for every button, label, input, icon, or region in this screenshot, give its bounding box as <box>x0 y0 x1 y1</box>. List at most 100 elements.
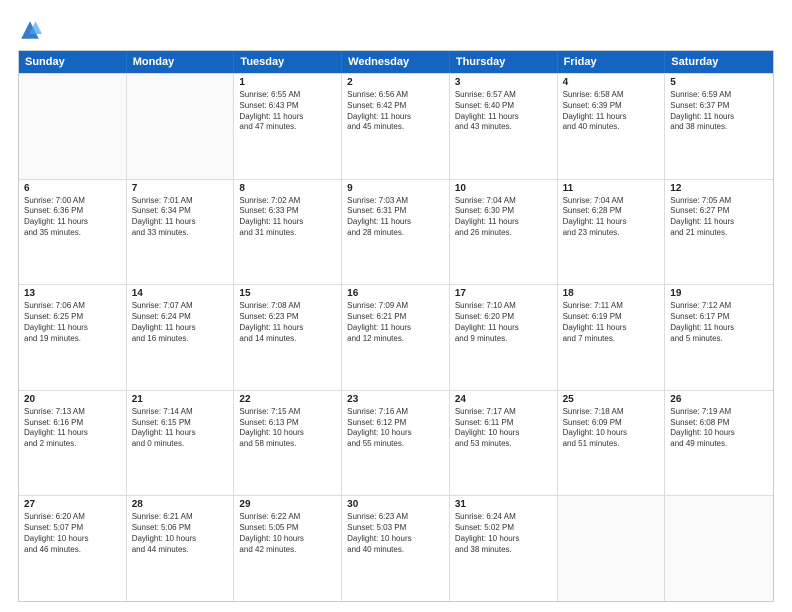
calendar-cell: 10Sunrise: 7:04 AM Sunset: 6:30 PM Dayli… <box>450 180 558 285</box>
day-detail: Sunrise: 7:18 AM Sunset: 6:09 PM Dayligh… <box>563 407 660 450</box>
calendar-cell: 11 Sunrise: 7:04 AM Sunset: 6:28 PM Dayli… <box>558 180 666 285</box>
day-number: 23 <box>347 394 444 405</box>
day-number: 1 <box>239 77 336 88</box>
day-number: 15 <box>239 288 336 299</box>
calendar-cell: 28 Sunrise: 6:21 AM Sunset: 5:06 PM Dayli… <box>127 496 235 601</box>
calendar-cell: 29Sunrise: 6:22 AM Sunset: 5:05 PM Dayli… <box>234 496 342 601</box>
page: SundayMondayTuesdayWednesdayThursdayFrid… <box>0 0 792 612</box>
cal-header-day: Saturday <box>665 51 773 73</box>
calendar-cell: 5 Sunrise: 6:59 AM Sunset: 6:37 PM Daylig… <box>665 74 773 179</box>
day-number: 2 <box>347 77 444 88</box>
cal-header-day: Friday <box>558 51 666 73</box>
calendar-cell: 12Sunrise: 7:05 AM Sunset: 6:27 PM Dayli… <box>665 180 773 285</box>
cal-header-day: Monday <box>127 51 235 73</box>
day-number: 11 <box>563 183 660 194</box>
day-detail: Sunrise: 7:13 AM Sunset: 6:16 PM Dayligh… <box>24 407 121 450</box>
day-number: 20 <box>24 394 121 405</box>
day-detail: Sunrise: 6:23 AM Sunset: 5:03 PM Dayligh… <box>347 512 444 555</box>
calendar-cell: 27 Sunrise: 6:20 AM Sunset: 5:07 PM Dayli… <box>19 496 127 601</box>
day-detail: Sunrise: 6:24 AM Sunset: 5:02 PM Dayligh… <box>455 512 552 555</box>
day-number: 27 <box>24 499 121 510</box>
day-detail: Sunrise: 7:01 AM Sunset: 6:34 PM Dayligh… <box>132 196 229 239</box>
day-number: 25 <box>563 394 660 405</box>
calendar-cell: 16 Sunrise: 7:09 AM Sunset: 6:21 PM Dayli… <box>342 285 450 390</box>
day-detail: Sunrise: 7:17 AM Sunset: 6:11 PM Dayligh… <box>455 407 552 450</box>
day-number: 22 <box>239 394 336 405</box>
calendar-cell: 26 Sunrise: 7:19 AM Sunset: 6:08 PM Dayli… <box>665 391 773 496</box>
calendar-cell: 20 Sunrise: 7:13 AM Sunset: 6:16 PM Dayli… <box>19 391 127 496</box>
calendar-cell: 9 Sunrise: 7:03 AM Sunset: 6:31 PM Daylig… <box>342 180 450 285</box>
day-detail: Sunrise: 7:19 AM Sunset: 6:08 PM Dayligh… <box>670 407 768 450</box>
day-detail: Sunrise: 7:08 AM Sunset: 6:23 PM Dayligh… <box>239 301 336 344</box>
day-number: 24 <box>455 394 552 405</box>
day-number: 13 <box>24 288 121 299</box>
calendar-cell: 14Sunrise: 7:07 AM Sunset: 6:24 PM Dayli… <box>127 285 235 390</box>
day-number: 12 <box>670 183 768 194</box>
day-number: 18 <box>563 288 660 299</box>
day-detail: Sunrise: 7:03 AM Sunset: 6:31 PM Dayligh… <box>347 196 444 239</box>
calendar-cell: 2 Sunrise: 6:56 AM Sunset: 6:42 PM Daylig… <box>342 74 450 179</box>
day-detail: Sunrise: 6:22 AM Sunset: 5:05 PM Dayligh… <box>239 512 336 555</box>
day-detail: Sunrise: 6:55 AM Sunset: 6:43 PM Dayligh… <box>239 90 336 133</box>
day-detail: Sunrise: 7:16 AM Sunset: 6:12 PM Dayligh… <box>347 407 444 450</box>
calendar-cell: 3Sunrise: 6:57 AM Sunset: 6:40 PM Daylig… <box>450 74 558 179</box>
calendar-cell: 24 Sunrise: 7:17 AM Sunset: 6:11 PM Dayli… <box>450 391 558 496</box>
calendar-cell <box>127 74 235 179</box>
day-detail: Sunrise: 6:21 AM Sunset: 5:06 PM Dayligh… <box>132 512 229 555</box>
cal-header-day: Wednesday <box>342 51 450 73</box>
day-number: 8 <box>239 183 336 194</box>
day-number: 16 <box>347 288 444 299</box>
logo <box>18 18 46 42</box>
day-number: 28 <box>132 499 229 510</box>
calendar-row: 1 Sunrise: 6:55 AM Sunset: 6:43 PM Daylig… <box>19 73 773 179</box>
day-detail: Sunrise: 6:20 AM Sunset: 5:07 PM Dayligh… <box>24 512 121 555</box>
day-detail: Sunrise: 7:04 AM Sunset: 6:30 PM Dayligh… <box>455 196 552 239</box>
day-detail: Sunrise: 7:06 AM Sunset: 6:25 PM Dayligh… <box>24 301 121 344</box>
calendar-cell <box>19 74 127 179</box>
day-detail: Sunrise: 7:12 AM Sunset: 6:17 PM Dayligh… <box>670 301 768 344</box>
calendar: SundayMondayTuesdayWednesdayThursdayFrid… <box>18 50 774 602</box>
day-number: 30 <box>347 499 444 510</box>
calendar-cell: 19 Sunrise: 7:12 AM Sunset: 6:17 PM Dayli… <box>665 285 773 390</box>
day-detail: Sunrise: 7:11 AM Sunset: 6:19 PM Dayligh… <box>563 301 660 344</box>
day-number: 21 <box>132 394 229 405</box>
calendar-row: 6Sunrise: 7:00 AM Sunset: 6:36 PM Daylig… <box>19 179 773 285</box>
calendar-cell: 8 Sunrise: 7:02 AM Sunset: 6:33 PM Daylig… <box>234 180 342 285</box>
day-detail: Sunrise: 7:04 AM Sunset: 6:28 PM Dayligh… <box>563 196 660 239</box>
day-number: 7 <box>132 183 229 194</box>
day-number: 26 <box>670 394 768 405</box>
calendar-body: 1 Sunrise: 6:55 AM Sunset: 6:43 PM Daylig… <box>19 73 773 601</box>
calendar-cell: 31 Sunrise: 6:24 AM Sunset: 5:02 PM Dayli… <box>450 496 558 601</box>
day-number: 5 <box>670 77 768 88</box>
calendar-cell: 15 Sunrise: 7:08 AM Sunset: 6:23 PM Dayli… <box>234 285 342 390</box>
day-number: 3 <box>455 77 552 88</box>
cal-header-day: Thursday <box>450 51 558 73</box>
calendar-cell <box>558 496 666 601</box>
calendar-cell: 17Sunrise: 7:10 AM Sunset: 6:20 PM Dayli… <box>450 285 558 390</box>
day-number: 19 <box>670 288 768 299</box>
day-detail: Sunrise: 7:09 AM Sunset: 6:21 PM Dayligh… <box>347 301 444 344</box>
day-number: 9 <box>347 183 444 194</box>
calendar-row: 13 Sunrise: 7:06 AM Sunset: 6:25 PM Dayli… <box>19 284 773 390</box>
calendar-cell: 21 Sunrise: 7:14 AM Sunset: 6:15 PM Dayli… <box>127 391 235 496</box>
calendar-cell: 25 Sunrise: 7:18 AM Sunset: 6:09 PM Dayli… <box>558 391 666 496</box>
header <box>18 18 774 42</box>
day-detail: Sunrise: 7:00 AM Sunset: 6:36 PM Dayligh… <box>24 196 121 239</box>
day-number: 31 <box>455 499 552 510</box>
day-detail: Sunrise: 7:02 AM Sunset: 6:33 PM Dayligh… <box>239 196 336 239</box>
calendar-row: 20 Sunrise: 7:13 AM Sunset: 6:16 PM Dayli… <box>19 390 773 496</box>
cal-header-day: Sunday <box>19 51 127 73</box>
day-detail: Sunrise: 7:14 AM Sunset: 6:15 PM Dayligh… <box>132 407 229 450</box>
day-detail: Sunrise: 7:07 AM Sunset: 6:24 PM Dayligh… <box>132 301 229 344</box>
calendar-cell <box>665 496 773 601</box>
calendar-cell: 13 Sunrise: 7:06 AM Sunset: 6:25 PM Dayli… <box>19 285 127 390</box>
day-detail: Sunrise: 6:56 AM Sunset: 6:42 PM Dayligh… <box>347 90 444 133</box>
calendar-cell: 30 Sunrise: 6:23 AM Sunset: 5:03 PM Dayli… <box>342 496 450 601</box>
calendar-cell: 1 Sunrise: 6:55 AM Sunset: 6:43 PM Daylig… <box>234 74 342 179</box>
day-number: 4 <box>563 77 660 88</box>
calendar-cell: 7 Sunrise: 7:01 AM Sunset: 6:34 PM Daylig… <box>127 180 235 285</box>
day-number: 17 <box>455 288 552 299</box>
day-detail: Sunrise: 7:15 AM Sunset: 6:13 PM Dayligh… <box>239 407 336 450</box>
day-detail: Sunrise: 6:59 AM Sunset: 6:37 PM Dayligh… <box>670 90 768 133</box>
day-detail: Sunrise: 6:58 AM Sunset: 6:39 PM Dayligh… <box>563 90 660 133</box>
